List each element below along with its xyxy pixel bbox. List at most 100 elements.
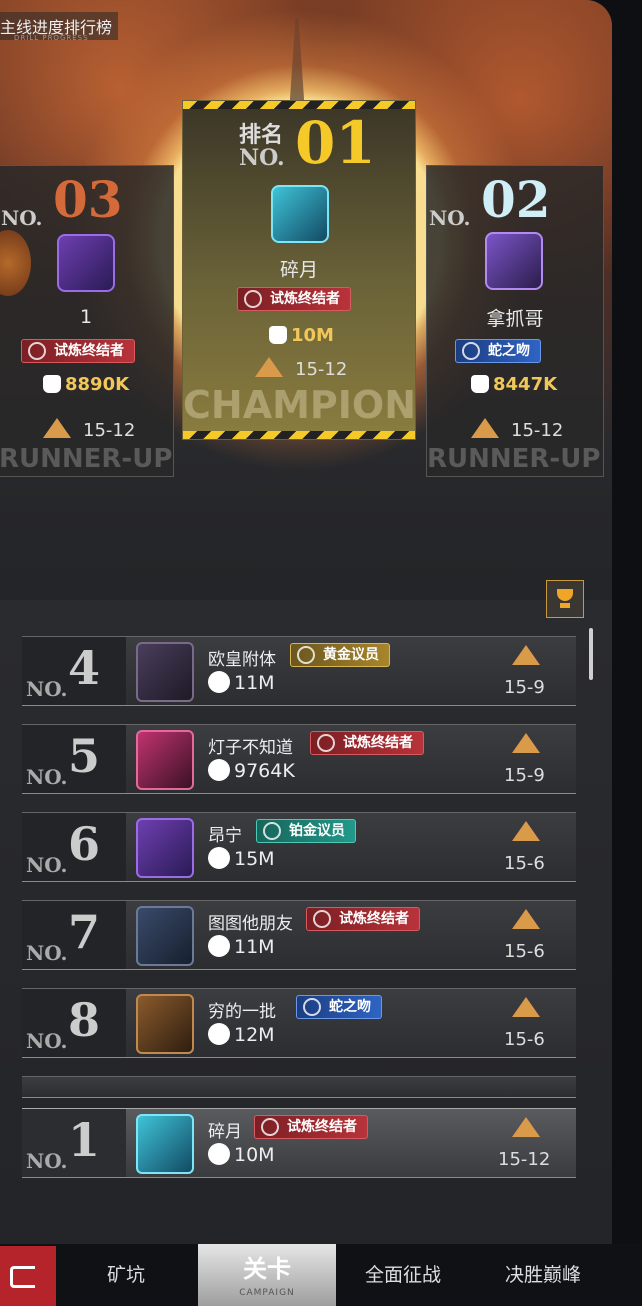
pyramid-icon: [512, 997, 540, 1017]
fist-icon: [43, 375, 61, 393]
player-name: 1: [79, 306, 93, 328]
hazard-stripes-bottom: [183, 431, 415, 439]
avatar: [136, 642, 194, 702]
rank-number: 1: [68, 1113, 101, 1167]
player-name: 昂宁: [208, 826, 242, 846]
no-label: NO.: [1, 206, 43, 230]
skull-icon: [313, 910, 331, 928]
stage-progress: 15-6: [504, 941, 545, 962]
stage-progress: 15-12: [471, 418, 563, 441]
list-item-rank-6[interactable]: NO. 6 昂宁 铂金议员 15M 15-6: [22, 812, 576, 882]
no-label: NO.: [239, 145, 285, 171]
hazard-stripes-top: [183, 101, 415, 109]
skull-icon: [28, 342, 46, 360]
avatar: [136, 818, 194, 878]
footer-label: RUNNER-UP: [0, 444, 173, 474]
fist-icon: [208, 847, 230, 869]
list-item-rank-4[interactable]: NO. 4 欧皇附体 黄金议员 11M 15-9: [22, 636, 576, 706]
stage-progress: 15-12: [498, 1149, 551, 1170]
page-subtitle: DRILL PROGRESS: [14, 34, 89, 42]
rank-number: 01: [295, 109, 376, 177]
player-name: 灯子不知道: [208, 738, 293, 758]
player-name: 图图他朋友: [208, 914, 293, 934]
pyramid-icon: [471, 418, 499, 438]
power-value: 8447K: [471, 374, 557, 395]
back-button[interactable]: [0, 1246, 56, 1306]
footer-label: CHAMPION: [183, 383, 417, 427]
fist-icon: [208, 1143, 230, 1165]
title-badge: 试炼终结者: [306, 907, 420, 931]
player-name: 穷的一批: [208, 1002, 276, 1022]
no-label: NO.: [26, 1029, 68, 1053]
podium-rank-3[interactable]: NO. 03 1 试炼终结者 8890K 15-12 RUNNER-UP: [0, 165, 174, 477]
title-badge: 试炼终结者: [21, 339, 135, 363]
rank-number: 6: [68, 817, 101, 871]
list-item-rank-7[interactable]: NO. 7 图图他朋友 试炼终结者 11M 15-6: [22, 900, 576, 970]
pyramid-icon: [255, 357, 283, 377]
back-arrow-icon: [10, 1266, 35, 1288]
no-label: NO.: [429, 206, 471, 230]
self-rank-row[interactable]: NO. 1 碎月 试炼终结者 10M 15-12: [22, 1108, 576, 1178]
snake-icon: [462, 342, 480, 360]
no-label: NO.: [26, 765, 68, 789]
player-name: 碎月: [279, 259, 318, 281]
avatar-decoration: [0, 230, 31, 296]
snake-icon: [303, 998, 321, 1016]
power-value: 12M: [208, 1023, 275, 1046]
no-label: NO.: [26, 853, 68, 877]
avatar: [271, 185, 329, 243]
pyramid-icon: [512, 733, 540, 753]
scrollbar[interactable]: [589, 628, 593, 680]
avatar: [57, 234, 115, 292]
title-badge: 试炼终结者: [254, 1115, 368, 1139]
rank-number: 02: [481, 170, 551, 229]
player-name: 碎月: [208, 1122, 242, 1142]
fist-icon: [269, 326, 287, 344]
no-label: NO.: [26, 941, 68, 965]
fist-icon: [208, 671, 230, 693]
screen-frame: 主线进度排行榜 DRILL PROGRESS NO. 03 1 试炼终结者 88…: [0, 0, 612, 1306]
skull-icon: [244, 290, 262, 308]
footer-label: RUNNER-UP: [427, 444, 601, 474]
podium-rank-2[interactable]: NO. 02 拿抓哥 蛇之吻 8447K 15-12 RUNNER-UP: [426, 165, 604, 477]
pyramid-icon: [512, 821, 540, 841]
list-item-partial[interactable]: [22, 1076, 576, 1098]
pyramid-icon: [512, 1117, 540, 1137]
title-badge: 试炼终结者: [237, 287, 351, 311]
list-item-rank-8[interactable]: NO. 8 穷的一批 蛇之吻 12M 15-6: [22, 988, 576, 1058]
stage-progress: 15-6: [504, 1029, 545, 1050]
avatar: [136, 1114, 194, 1174]
stage-progress: 15-9: [504, 677, 545, 698]
power-value: 8890K: [43, 374, 129, 395]
player-name: 欧皇附体: [208, 650, 276, 670]
no-label: NO.: [26, 677, 68, 701]
no-label: NO.: [26, 1149, 68, 1173]
skull-icon: [261, 1118, 279, 1136]
fist-icon: [208, 935, 230, 957]
list-item-rank-5[interactable]: NO. 5 灯子不知道 试炼终结者 9764K 15-9: [22, 724, 576, 794]
podium-rank-1[interactable]: 排名 NO. 01 碎月 试炼终结者 10M 15-12 CHAMPION: [182, 100, 416, 440]
rank-number: 03: [53, 170, 123, 229]
power-value: 11M: [208, 935, 275, 958]
stage-progress: 15-12: [43, 418, 135, 441]
title-badge: 试炼终结者: [310, 731, 424, 755]
player-name: 拿抓哥: [486, 308, 544, 330]
tab-mine[interactable]: 矿坑: [56, 1244, 196, 1306]
emblem-icon: [297, 646, 315, 664]
title-badge: 黄金议员: [290, 643, 390, 667]
rank-number: 7: [68, 905, 101, 959]
rank-number: 5: [68, 729, 101, 783]
tab-campaign[interactable]: 关卡 CAMPAIGN: [198, 1244, 336, 1306]
avatar: [136, 906, 194, 966]
title-badge: 铂金议员: [256, 819, 356, 843]
power-value: 10M: [208, 1143, 275, 1166]
title-badge: 蛇之吻: [455, 339, 541, 363]
tab-decisive-peak[interactable]: 决胜巅峰: [472, 1244, 614, 1306]
skull-icon: [317, 734, 335, 752]
tab-full-expedition[interactable]: 全面征战: [336, 1244, 470, 1306]
rank-number: 8: [68, 993, 101, 1047]
avatar: [485, 232, 543, 290]
trophy-button[interactable]: [546, 580, 584, 618]
stage-progress: 15-9: [504, 765, 545, 786]
pyramid-icon: [43, 418, 71, 438]
